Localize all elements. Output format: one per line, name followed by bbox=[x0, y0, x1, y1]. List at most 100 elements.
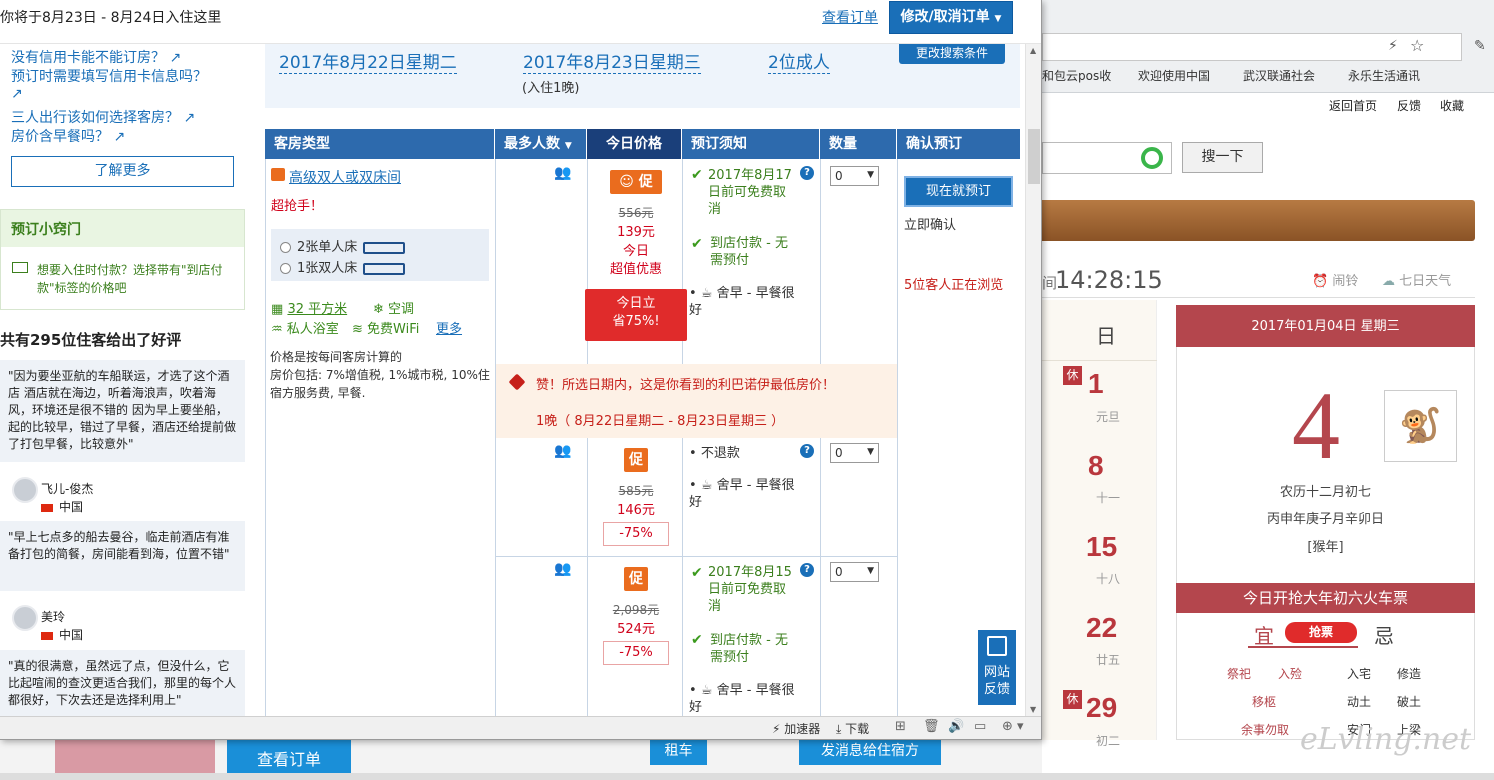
more-amenities-link[interactable]: 更多 bbox=[436, 318, 462, 337]
favorite-link[interactable]: 收藏 bbox=[1440, 97, 1464, 114]
scroll-thumb[interactable] bbox=[1028, 129, 1040, 184]
current-price: 139元 bbox=[617, 225, 655, 240]
room-name-link[interactable]: 高级双人或双床间 bbox=[289, 167, 401, 187]
trash-icon[interactable]: 🗑 bbox=[923, 719, 940, 734]
accelerator-button[interactable]: ⚡ 加速器 bbox=[772, 720, 820, 737]
download-button[interactable]: ⤓ 下载 bbox=[836, 720, 869, 737]
guests[interactable]: 2位成人 bbox=[768, 48, 830, 74]
current-price: 146元 bbox=[617, 503, 655, 518]
calendar-day[interactable]: 1 bbox=[1088, 368, 1104, 400]
external-link-icon[interactable]: ↗ bbox=[11, 86, 23, 102]
window-icon[interactable]: ⊞ bbox=[895, 719, 906, 734]
zoom-icon[interactable]: ⊕ ▾ bbox=[1002, 719, 1024, 734]
bed-option-twin[interactable]: 2张单人床 bbox=[280, 236, 406, 255]
calendar-day[interactable]: 29 bbox=[1086, 692, 1117, 724]
double-bed-icon bbox=[363, 262, 406, 275]
faq-link[interactable]: 三人出行该如何选择客房？ ↗ bbox=[11, 107, 195, 127]
reviewer-name: 飞儿-俊杰 bbox=[41, 482, 94, 496]
quantity-select[interactable]: 0 ▼ bbox=[830, 443, 879, 463]
quantity-select[interactable]: 0 ▼ bbox=[830, 166, 879, 186]
alarm-link[interactable]: ⏰ 闹铃 bbox=[1312, 270, 1358, 289]
scroll-up-icon: ▲ bbox=[1030, 46, 1037, 55]
bed-option-double[interactable]: 1张双人床 bbox=[280, 257, 406, 276]
savings-tooltip: 今日立 省75%! bbox=[585, 289, 687, 341]
faq-link[interactable]: 预订时需要填写信用卡信息吗？ bbox=[11, 66, 207, 86]
book-now-button[interactable]: 现在就预订 bbox=[904, 176, 1013, 207]
help-icon[interactable]: ? bbox=[800, 444, 814, 458]
feedback-link[interactable]: 反馈 bbox=[1397, 97, 1421, 114]
rest-badge: 休 bbox=[1063, 366, 1082, 385]
calendar-day[interactable]: 8 bbox=[1088, 450, 1104, 482]
bg-search-input[interactable] bbox=[1042, 142, 1172, 174]
modify-cancel-button[interactable]: 修改/取消订单 ▼ bbox=[889, 1, 1013, 34]
browsing-count: 5位客人正在浏览 bbox=[904, 278, 1004, 293]
stay-title: 你将于8月23日 - 8月24日入住这里 bbox=[0, 10, 222, 26]
bookmark-2[interactable]: 欢迎使用中国 bbox=[1138, 67, 1210, 84]
screen-icon[interactable]: ▭ bbox=[974, 719, 986, 734]
two-people-icon: 👥 bbox=[554, 443, 571, 459]
promo-badge: 促 bbox=[624, 448, 648, 472]
star-icon[interactable]: ☆ bbox=[1410, 36, 1424, 55]
checkin-date[interactable]: 2017年8月22日星期二 bbox=[279, 48, 457, 74]
china-flag-icon bbox=[41, 503, 53, 512]
edit-icon bbox=[987, 636, 1007, 656]
speaker-icon[interactable]: 🔊 bbox=[948, 719, 964, 734]
faq-link[interactable]: 没有信用卡能不能订房？ ↗ bbox=[11, 47, 181, 67]
max-guests-sort[interactable]: 最多人数 ▼ bbox=[495, 129, 587, 159]
price-note: 价格是按每间客房计算的 房价包括: 7%增值税, 1%城市税, 10%住宿方服务… bbox=[270, 350, 490, 400]
ticket-banner[interactable]: 今日开抢大年初六火车票 bbox=[1176, 583, 1475, 613]
send-message-button[interactable]: 发消息给住宿方 bbox=[799, 740, 941, 765]
weekday-header: 日 bbox=[1096, 324, 1116, 348]
bookmark-4[interactable]: 永乐生活通讯 bbox=[1348, 67, 1420, 84]
car-rental-button[interactable]: 租车 bbox=[650, 740, 707, 765]
wrench-icon[interactable]: ✎ bbox=[1474, 38, 1486, 54]
bookmark-3[interactable]: 武汉联通社会 bbox=[1243, 67, 1315, 84]
area-icon: ▦ bbox=[271, 302, 284, 317]
snowflake-icon: ❄ bbox=[373, 302, 384, 317]
calendar-day[interactable]: 15 bbox=[1086, 531, 1117, 563]
instant-confirm: 立即确认 bbox=[904, 218, 957, 233]
monkey-zodiac-icon: 🐒 bbox=[1384, 390, 1457, 462]
change-search-button[interactable]: 更改搜索条件 bbox=[899, 44, 1005, 64]
help-icon[interactable]: ? bbox=[800, 563, 814, 577]
vertical-scrollbar[interactable]: ▲ ▼ bbox=[1025, 44, 1041, 716]
lightning-icon[interactable]: ⚡ bbox=[1388, 38, 1398, 54]
card-icon bbox=[12, 262, 28, 273]
bg-search-button[interactable]: 搜一下 bbox=[1182, 142, 1263, 173]
original-price: 556元 bbox=[618, 206, 654, 220]
weather-link[interactable]: ☁ 七日天气 bbox=[1382, 270, 1451, 289]
site-feedback-button[interactable]: 网站反馈 bbox=[978, 630, 1016, 705]
reviewer-name: 美玲 bbox=[41, 610, 66, 624]
bottom-view-order-button[interactable]: 查看订单 bbox=[227, 740, 351, 773]
home-link[interactable]: 返回首页 bbox=[1329, 97, 1377, 114]
grab-ticket-button[interactable]: 抢票 bbox=[1285, 622, 1357, 643]
lowest-price-banner: 赞！所选日期内，这是你看到的利巴诺伊最低房价！ 1晚（ 8月22日星期二 - 8… bbox=[496, 364, 897, 438]
quantity-select[interactable]: 0 ▼ bbox=[830, 562, 879, 582]
help-icon[interactable]: ? bbox=[800, 166, 814, 180]
rest-badge: 休 bbox=[1063, 690, 1082, 709]
calendar-day[interactable]: 22 bbox=[1086, 612, 1117, 644]
clock: 14:28:15 bbox=[1055, 266, 1163, 294]
watermark: eLvling.net bbox=[1300, 722, 1472, 757]
cup-icon: ☕ bbox=[700, 478, 713, 493]
view-order-link[interactable]: 查看订单 bbox=[822, 7, 878, 27]
external-link-icon: ↗ bbox=[183, 110, 196, 126]
faq-link[interactable]: 房价含早餐吗？ ↗ bbox=[11, 126, 125, 146]
scroll-down-icon: ▼ bbox=[1030, 705, 1037, 714]
learn-more-button[interactable]: 了解更多 bbox=[11, 156, 234, 187]
popup-header: 你将于8月23日 - 8月24日入住这里 查看订单 修改/取消订单 ▼ bbox=[0, 0, 1041, 44]
cup-icon: ☕ bbox=[700, 286, 713, 301]
tag-icon bbox=[508, 373, 526, 391]
booking-tips: 预订小窍门 想要入住时付款？选择带有"到店付款"标签的价格吧 bbox=[0, 209, 245, 310]
address-bar[interactable] bbox=[1042, 33, 1462, 61]
china-flag-icon bbox=[41, 631, 53, 640]
external-link-icon: ↗ bbox=[169, 50, 182, 66]
bookmark-1[interactable]: 和包云pos收 bbox=[1042, 67, 1111, 84]
status-bar: ⚡ 加速器 ⤓ 下载 ⊞ 🗑 🔊 ▭ ⊕ ▾ bbox=[0, 716, 1041, 739]
review-bubble: "真的很满意，虽然远了点，但没什么，它比起喧闹的查汶更适合我们，那里的每个人都很… bbox=[0, 650, 245, 716]
tips-title: 预订小窍门 bbox=[1, 210, 244, 247]
two-people-icon: 👥 bbox=[554, 165, 571, 181]
checkout-date[interactable]: 2017年8月23日星期三 bbox=[523, 48, 701, 74]
camera-icon[interactable] bbox=[271, 168, 285, 181]
original-price: 585元 bbox=[618, 484, 654, 498]
